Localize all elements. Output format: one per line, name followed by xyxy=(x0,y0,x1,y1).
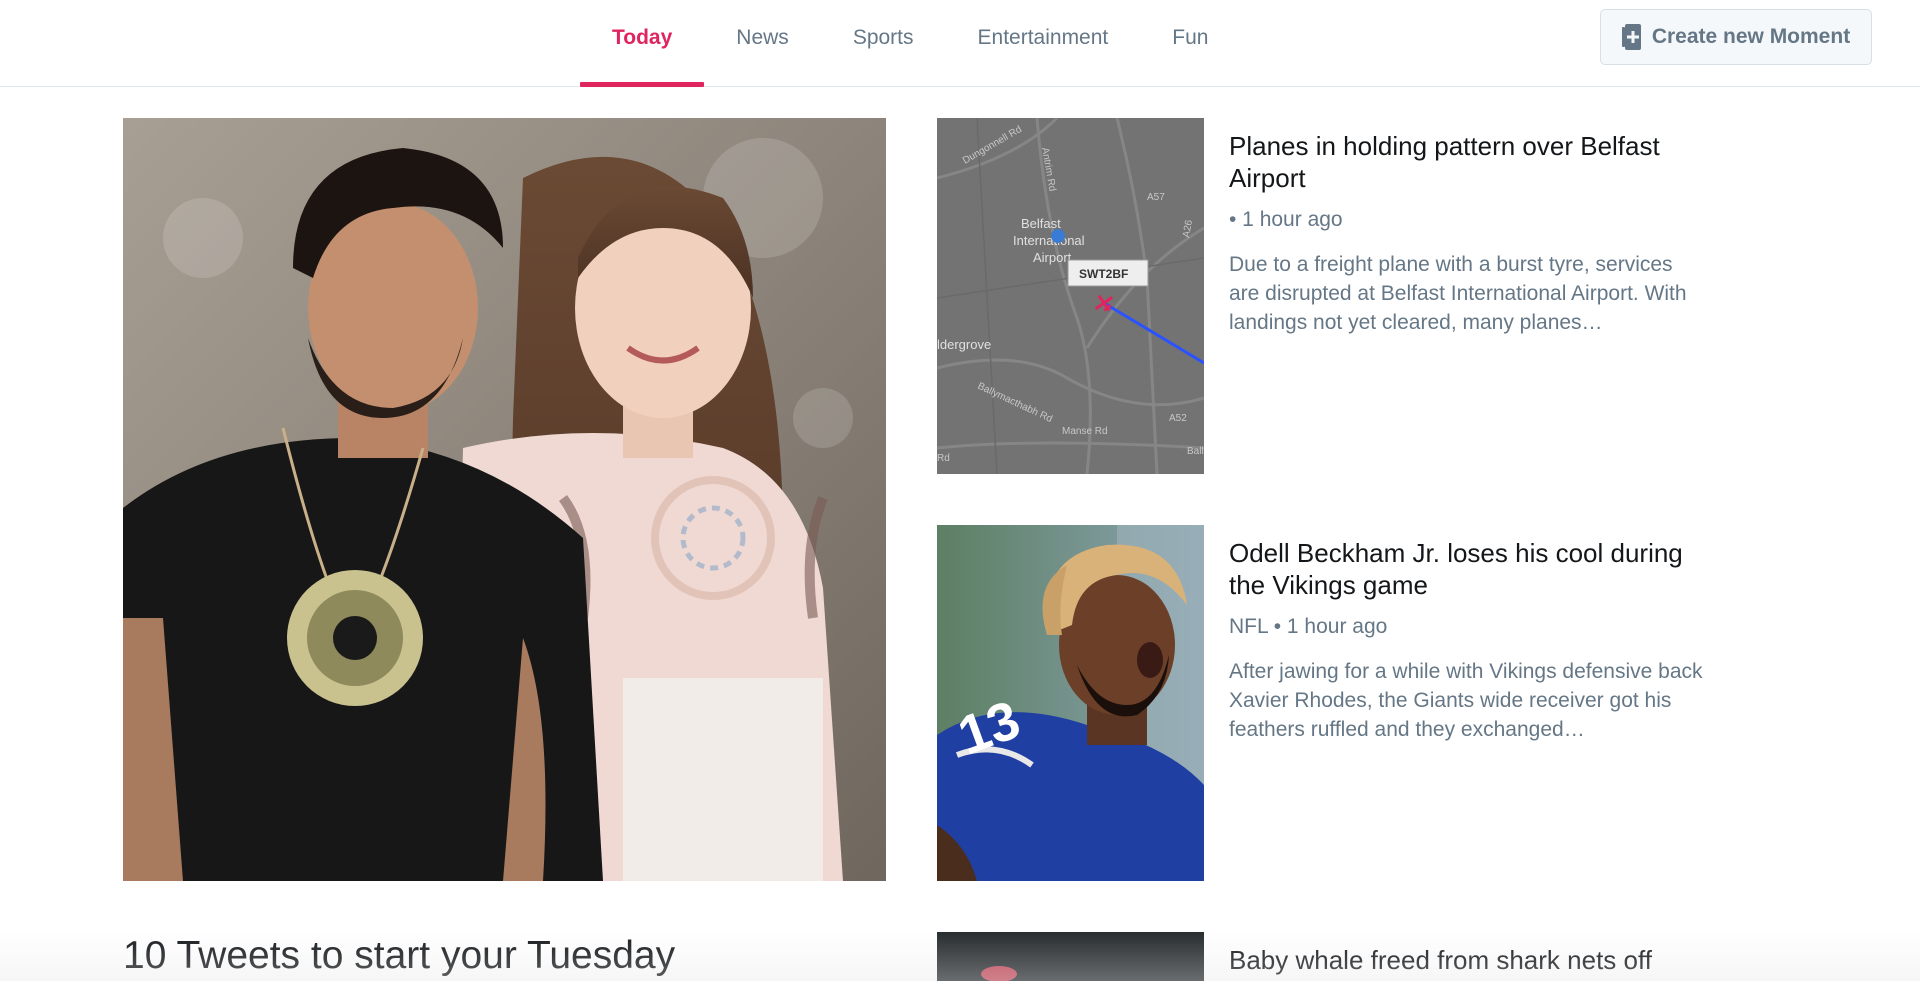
tab-label: Sports xyxy=(852,26,914,49)
svg-text:Rd: Rd xyxy=(937,453,950,464)
svg-text:A57: A57 xyxy=(1147,192,1165,203)
tab-entertainment[interactable]: Entertainment xyxy=(946,0,1141,86)
story-title[interactable]: Planes in holding pattern over Belfast A… xyxy=(1229,130,1704,194)
tab-label: Fun xyxy=(1172,26,1209,49)
story-title[interactable]: Odell Beckham Jr. loses his cool during … xyxy=(1229,537,1704,601)
story-thumbnail[interactable]: 13 xyxy=(937,525,1204,881)
map-label: International xyxy=(1013,233,1085,248)
story-summary: After jawing for a while with Vikings de… xyxy=(1229,660,1703,741)
hero-moment-title[interactable]: 10 Tweets to start your Tuesday xyxy=(123,934,675,978)
top-navigation: Today News Sports Entertainment Fun Crea… xyxy=(0,0,1920,87)
map-label: Belfast xyxy=(1021,216,1061,231)
tab-fun[interactable]: Fun xyxy=(1140,0,1240,86)
tab-news[interactable]: News xyxy=(704,0,821,86)
map-label: ldergrove xyxy=(937,337,991,352)
story-thumbnail[interactable] xyxy=(937,932,1204,981)
moments-tabs: Today News Sports Entertainment Fun xyxy=(580,0,1240,87)
story-title[interactable]: Baby whale freed from shark nets off xyxy=(1229,944,1704,976)
create-new-moment-button[interactable]: Create new Moment xyxy=(1600,9,1872,65)
hero-moment-image[interactable] xyxy=(123,118,886,881)
svg-text:Manse Rd: Manse Rd xyxy=(1062,426,1108,437)
story-summary: Due to a freight plane with a burst tyre… xyxy=(1229,253,1687,334)
create-button-label: Create new Moment xyxy=(1651,25,1851,48)
story-meta: • 1 hour ago xyxy=(1229,208,1343,231)
tab-label: Today xyxy=(612,26,673,49)
tab-label: News xyxy=(736,26,789,49)
svg-text:SWT2BF: SWT2BF xyxy=(1079,267,1128,281)
flight-label: SWT2BF xyxy=(1067,259,1149,287)
svg-text:Ballyr: Ballyr xyxy=(1187,446,1204,457)
map-label: Airport xyxy=(1033,250,1072,265)
story-meta: NFL • 1 hour ago xyxy=(1229,615,1388,638)
map-thumbnail[interactable]: Belfast International Airport ldergrove … xyxy=(937,118,1204,474)
moment-plus-icon xyxy=(1621,23,1642,51)
tab-sports[interactable]: Sports xyxy=(821,0,946,86)
tab-today[interactable]: Today xyxy=(580,0,705,87)
svg-text:A52: A52 xyxy=(1169,413,1187,424)
tab-label: Entertainment xyxy=(977,26,1109,49)
